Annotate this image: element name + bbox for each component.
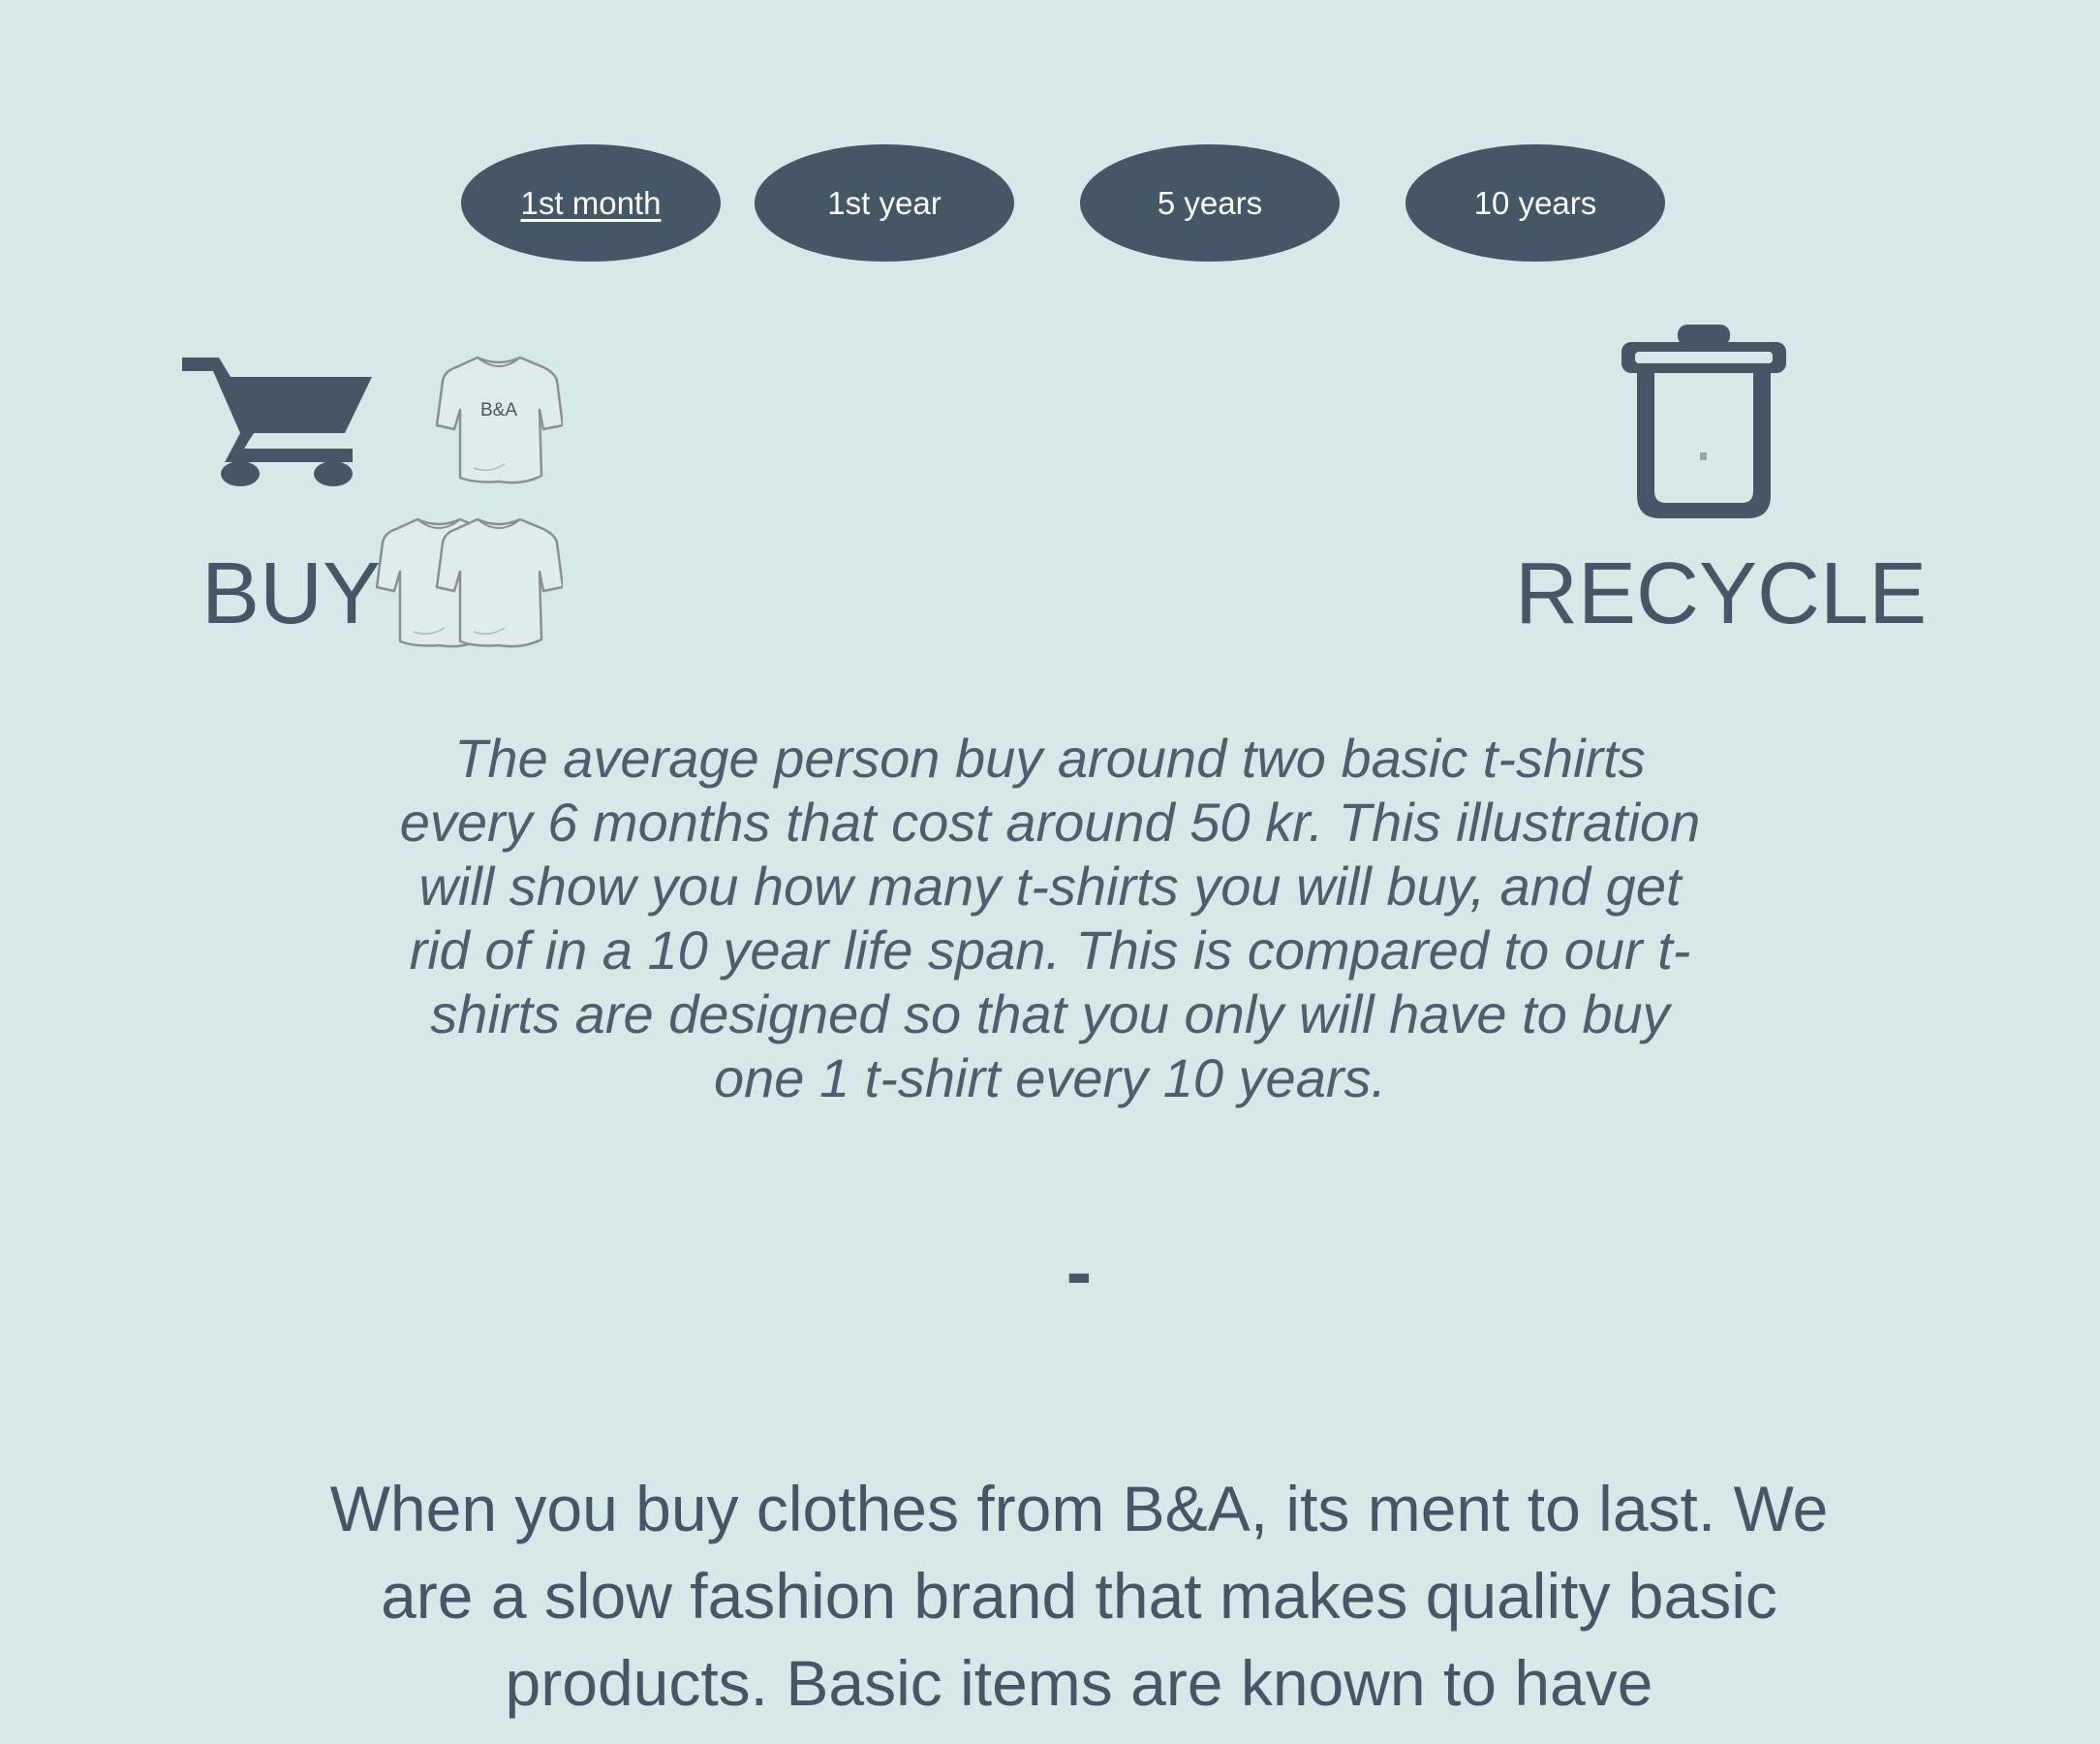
tab-label: 1st year (827, 184, 942, 221)
t-shirt-icon (435, 517, 563, 648)
brand-statement: When you buy clothes from B&A, its ment … (329, 1473, 1829, 1719)
tab-label: 1st month (520, 184, 662, 221)
shirt-brand-text: B&A (480, 400, 517, 420)
tshirt-counter: - (1065, 1229, 1093, 1315)
t-shirt-icon: B&A (435, 356, 563, 484)
trash-bin-icon (1621, 325, 1786, 518)
tab-10-years[interactable]: 10 years (1405, 144, 1665, 262)
tab-5-years[interactable]: 5 years (1080, 144, 1340, 262)
tab-label: 5 years (1157, 184, 1263, 221)
intro-paragraph: The average person buy around two basic … (399, 728, 1701, 1108)
tab-1st-year[interactable]: 1st year (755, 144, 1014, 262)
timeframe-tabs: 1st month 1st year 5 years 10 years (0, 144, 2100, 262)
tab-1st-month[interactable]: 1st month (461, 144, 721, 262)
shopping-cart-icon (182, 358, 372, 486)
buy-label: BUY (201, 545, 382, 642)
recycle-label: RECYCLE (1515, 545, 1928, 642)
tab-label: 10 years (1473, 184, 1597, 221)
